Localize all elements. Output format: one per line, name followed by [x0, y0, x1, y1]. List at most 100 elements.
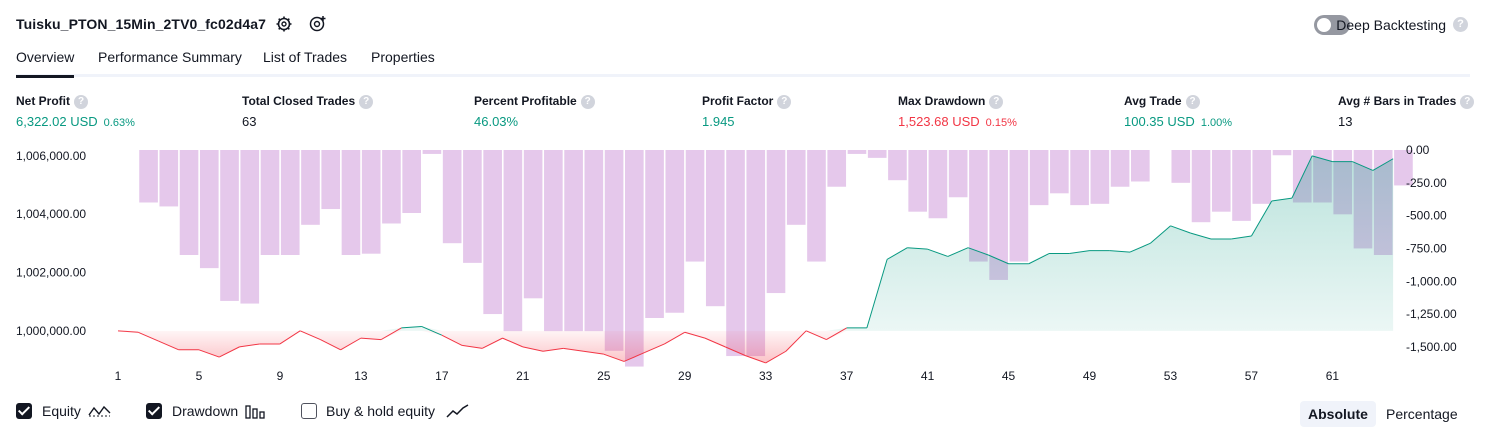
stat-percent: 0.63%	[103, 116, 135, 129]
stat-label-text: Net Profit	[16, 94, 70, 108]
x-axis-tick-label: 53	[1164, 369, 1178, 383]
stat-value: 100.35 USD 1.00%	[1124, 114, 1232, 129]
drawdown-bar	[746, 150, 766, 357]
drawdown-bar	[1191, 150, 1211, 223]
stat-label-text: Max Drawdown	[898, 94, 986, 108]
right-axis-tick-label: 0.00	[1406, 143, 1430, 157]
drawdown-bar	[908, 150, 927, 212]
strategy-title: Tuisku_PTON_15Min_2TV0_fc02d4a7	[16, 16, 267, 32]
drawdown-bar	[807, 150, 826, 262]
drawdown-bar	[685, 150, 705, 262]
drawdown-bar	[1050, 150, 1069, 194]
question-icon[interactable]: ?	[74, 94, 88, 109]
stat-label: Percent Profitable?	[474, 94, 595, 109]
stat-value: 1.945	[702, 114, 791, 129]
drawdown-label: Drawdown	[172, 403, 239, 419]
stat-value-text: 63	[242, 113, 257, 129]
equity-area-negative	[118, 330, 1394, 363]
stat-label: Profit Factor?	[702, 94, 792, 109]
equity-checkbox[interactable]	[16, 403, 32, 419]
drawdown-bar	[361, 150, 381, 254]
right-axis-tick-label: -1,500.00	[1406, 340, 1457, 354]
question-icon[interactable]: ?	[1185, 94, 1200, 109]
question-icon[interactable]: ?	[1453, 17, 1468, 32]
stat-value-text: 1,523.68 USD	[898, 113, 980, 129]
stat-value-text: 6,322.02 USD	[16, 113, 98, 129]
x-axis-tick-label: 9	[277, 369, 284, 383]
drawdown-bars-icon	[245, 405, 265, 419]
right-axis-tick-label: -1,250.00	[1406, 307, 1457, 321]
stat-label: Avg # Bars in Trades?	[1338, 94, 1475, 109]
x-axis-tick-label: 49	[1083, 369, 1097, 383]
right-axis-tick-label: -250.00	[1406, 176, 1447, 190]
absolute-button[interactable]: Absolute	[1300, 401, 1376, 427]
drawdown-bar	[301, 150, 320, 225]
equity-line-icon	[88, 405, 111, 417]
buy-hold-label: Buy & hold equity	[326, 403, 435, 419]
stat-label-text: Avg Trade	[1124, 94, 1182, 108]
drawdown-bar	[1110, 150, 1130, 187]
drawdown-bar	[503, 150, 523, 332]
right-axis-tick-label: -1,000.00	[1406, 274, 1457, 288]
x-axis-tick-label: 33	[759, 369, 773, 383]
right-axis-tick-label: -750.00	[1406, 241, 1447, 255]
drawdown-bar	[705, 150, 725, 307]
x-axis-tick-label: 41	[921, 369, 935, 383]
percentage-button[interactable]: Percentage	[1378, 401, 1466, 427]
x-axis-tick-label: 1	[115, 369, 122, 383]
drawdown-bar	[220, 150, 239, 301]
stat-value: 63	[242, 114, 373, 129]
drawdown-bar	[867, 150, 887, 158]
drawdown-bar	[523, 150, 543, 299]
stat-value: 6,322.02 USD 0.63%	[16, 114, 135, 129]
stat-label: Avg Trade?	[1124, 94, 1232, 109]
stat-value: 46.03%	[474, 114, 595, 129]
stat-percent: 0.15%	[985, 116, 1017, 129]
drawdown-bar	[766, 150, 786, 294]
drawdown-bar	[442, 150, 462, 244]
x-axis-tick-label: 13	[354, 369, 368, 383]
stat-total-closed-trades: Total Closed Trades? 63	[242, 94, 374, 129]
drawdown-bar	[1009, 150, 1029, 262]
x-axis-tick-label: 25	[597, 369, 611, 383]
drawdown-bar	[240, 150, 260, 304]
drawdown-bar	[1252, 150, 1272, 204]
tab-list-of-trades[interactable]: List of Trades	[263, 49, 347, 75]
drawdown-bar	[199, 150, 219, 269]
stat-label: Total Closed Trades?	[242, 94, 374, 109]
stat-avg-trade: Avg Trade? 100.35 USD 1.00%	[1124, 94, 1232, 129]
question-icon[interactable]: ?	[989, 94, 1004, 109]
buy-hold-line-icon	[446, 404, 469, 418]
drawdown-bar	[179, 150, 199, 255]
drawdown-bar	[463, 150, 482, 263]
stat-value-text: 100.35 USD	[1124, 113, 1195, 129]
tab-performance-summary[interactable]: Performance Summary	[98, 49, 242, 75]
drawdown-bar	[1171, 150, 1191, 183]
x-axis-tick-label: 21	[516, 369, 530, 383]
stat-avg-bars-in-trades: Avg # Bars in Trades? 13	[1338, 94, 1475, 129]
drawdown-bar	[402, 150, 421, 213]
drawdown-checkbox[interactable]	[146, 403, 162, 419]
stat-net-profit: Net Profit? 6,322.02 USD 0.63%	[16, 94, 135, 129]
tab-overview[interactable]: Overview	[16, 49, 75, 78]
drawdown-bar	[1232, 150, 1251, 221]
stat-max-drawdown: Max Drawdown? 1,523.68 USD 0.15%	[898, 94, 1017, 129]
camera-plus-icon[interactable]	[308, 14, 328, 34]
x-axis-tick-label: 61	[1326, 369, 1340, 383]
question-icon[interactable]: ?	[1460, 94, 1475, 109]
stat-label-text: Avg # Bars in Trades	[1338, 94, 1457, 108]
stat-value-text: 1.945	[702, 113, 735, 129]
drawdown-bar	[422, 150, 442, 154]
tab-properties[interactable]: Properties	[371, 49, 435, 75]
gear-icon[interactable]	[274, 14, 294, 34]
question-icon[interactable]: ?	[777, 94, 792, 109]
stat-label: Max Drawdown?	[898, 94, 1017, 109]
stat-percent: 1.00%	[1200, 116, 1233, 129]
drawdown-bar	[1131, 150, 1150, 182]
question-icon[interactable]: ?	[359, 94, 374, 109]
stat-label-text: Percent Profitable	[474, 94, 577, 108]
buy-hold-checkbox[interactable]	[301, 403, 317, 419]
left-axis-tick-label: 1,006,000.00	[16, 149, 86, 163]
deep-backtesting-label: Deep Backtesting	[1336, 17, 1446, 33]
question-icon[interactable]: ?	[580, 94, 595, 109]
